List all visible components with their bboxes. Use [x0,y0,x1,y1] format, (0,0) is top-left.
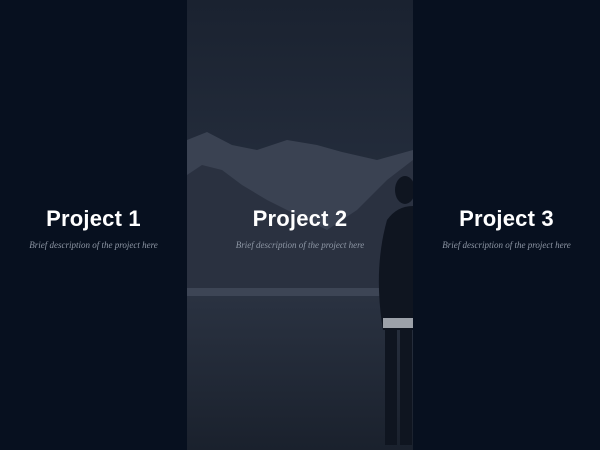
project-card-1[interactable]: Project 1 Brief description of the proje… [0,0,187,450]
project-card-3[interactable]: Project 3 Brief description of the proje… [413,0,600,450]
project-card-content: Project 1 Brief description of the proje… [0,205,187,251]
project-title: Project 3 [459,206,554,231]
project-title: Project 1 [46,206,141,231]
project-description: Brief description of the project here [29,240,158,250]
project-grid: Project 1 Brief description of the proje… [0,0,600,450]
project-card-2[interactable]: Project 2 Brief description of the proje… [187,0,413,450]
project-description: Brief description of the project here [442,240,571,250]
project-title: Project 2 [252,206,348,231]
project-card-content: Project 2 Brief description of the proje… [187,205,413,251]
project-description: Brief description of the project here [235,240,365,250]
project-card-content: Project 3 Brief description of the proje… [413,205,600,251]
